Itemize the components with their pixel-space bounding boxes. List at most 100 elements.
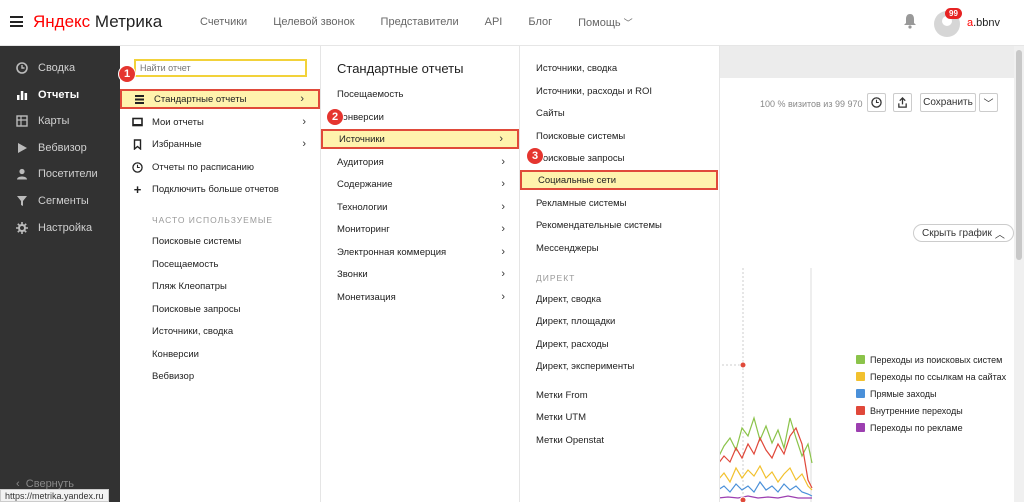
nav-representatives[interactable]: Представители (381, 16, 459, 29)
menu-item-connect-more-reports[interactable]: + Подключить больше отчетов (120, 179, 320, 199)
chevron-right-icon: › (501, 156, 505, 168)
nav-target-call[interactable]: Целевой звонок (273, 16, 354, 29)
gear-icon (16, 222, 28, 234)
menu-item-calls[interactable]: Звонки › (321, 264, 519, 284)
menu-item-monetization[interactable]: Монетизация › (321, 287, 519, 307)
legend-item[interactable]: Переходы по ссылкам на сайтах (856, 368, 1006, 385)
nav-counters[interactable]: Счетчики (200, 16, 247, 29)
menu-item-direct-costs[interactable]: Директ, расходы (520, 334, 718, 354)
menu-item-scheduled-reports[interactable]: Отчеты по расписанию (120, 157, 320, 177)
report-search-input[interactable] (134, 59, 307, 77)
menu-item-content[interactable]: Содержание › (321, 174, 519, 194)
checkbox-icon (856, 406, 865, 415)
sidebar-item-webvisor[interactable]: Вебвизор (0, 137, 120, 159)
frequent-item-cleopatra-beach[interactable]: Пляж Клеопатры (120, 276, 320, 296)
stack-icon (134, 94, 145, 105)
chevron-right-icon: › (300, 93, 304, 105)
clock-icon (16, 62, 28, 74)
menu-item-social-networks[interactable]: Социальные сети (520, 170, 718, 190)
status-bar-url: https://metrika.yandex.ru (0, 489, 109, 502)
menu-item-tags-from[interactable]: Метки From (520, 385, 718, 405)
legend-item[interactable]: Переходы по рекламе (856, 419, 1006, 436)
username[interactable]: a.bbnv (967, 17, 1000, 29)
menu-item-sources[interactable]: Источники › (321, 129, 519, 149)
series-internal-line (718, 426, 813, 489)
top-header: Яндекс Метрика Счетчики Целевой звонок П… (0, 0, 1024, 46)
bell-icon[interactable] (903, 13, 917, 29)
frequent-item-search-engines[interactable]: Поисковые системы (120, 231, 320, 251)
checkbox-icon (856, 372, 865, 381)
chevron-down-icon: ﹀ (623, 18, 633, 28)
sidebar-item-maps[interactable]: Карты (0, 110, 120, 132)
export-button[interactable] (893, 93, 912, 112)
sidebar-item-segments[interactable]: Сегменты (0, 190, 120, 212)
clock-icon (871, 97, 882, 108)
person-icon (16, 168, 28, 180)
legend-item[interactable]: Внутренние переходы (856, 402, 1006, 419)
schedule-button[interactable] (867, 93, 886, 112)
sidebar-item-visitors[interactable]: Посетители (0, 163, 120, 185)
checkbox-icon (856, 389, 865, 398)
menu-item-tags-openstat[interactable]: Метки Openstat (520, 430, 718, 450)
chevron-right-icon: › (302, 138, 306, 150)
sidebar-item-reports[interactable]: Отчеты (0, 84, 120, 106)
legend-item[interactable]: Прямые заходы (856, 385, 1006, 402)
menu-item-recommendation-systems[interactable]: Рекомендательные системы (520, 215, 718, 235)
menu-item-ecommerce[interactable]: Электронная коммерция › (321, 242, 519, 262)
menu-item-ad-systems[interactable]: Рекламные системы (520, 193, 718, 213)
logo[interactable]: Яндекс Метрика (33, 12, 162, 32)
chevron-right-icon: › (501, 201, 505, 213)
menu-item-attendance[interactable]: Посещаемость (321, 84, 519, 104)
bookmark-icon (132, 138, 143, 150)
sidebar-item-summary[interactable]: Сводка (0, 57, 120, 79)
funnel-icon (16, 195, 28, 207)
menu-item-standard-reports[interactable]: Стандартные отчеты › (120, 89, 320, 109)
checkbox-icon (856, 355, 865, 364)
sidebar-item-settings[interactable]: Настройка (0, 217, 120, 239)
save-options-button[interactable]: ﹀ (979, 93, 998, 112)
menu-item-favorites[interactable]: Избранные › (120, 134, 320, 154)
bar-chart-icon (16, 89, 28, 101)
legend-item[interactable]: Переходы из поисковых систем (856, 351, 1006, 368)
menu-item-direct-placements[interactable]: Директ, площадки (520, 311, 718, 331)
page-scrollbar[interactable] (1014, 46, 1024, 502)
chevron-right-icon: › (302, 116, 306, 128)
menu-item-direct-summary[interactable]: Директ, сводка (520, 289, 718, 309)
menu-item-my-reports[interactable]: Мои отчеты › (120, 112, 320, 132)
menu-item-search-queries[interactable]: Поисковые запросы (520, 148, 718, 168)
series-links-line (718, 464, 813, 491)
chevron-right-icon: › (501, 246, 505, 258)
map-icon (16, 115, 28, 127)
hide-graph-button[interactable]: Скрыть график ︿ (913, 224, 1014, 242)
menu-item-messengers[interactable]: Мессенджеры (520, 238, 718, 258)
frequent-item-search-queries[interactable]: Поисковые запросы (120, 299, 320, 319)
frequent-item-sources-summary[interactable]: Источники, сводка (120, 321, 320, 341)
reports-menu-column-3: Источники, сводка Источники, расходы и R… (520, 46, 720, 502)
menu-item-tags-utm[interactable]: Метки UTM (520, 407, 718, 427)
chevron-right-icon: › (501, 223, 505, 235)
menu-item-monitoring[interactable]: Мониторинг › (321, 219, 519, 239)
standard-reports-title: Стандартные отчеты (337, 61, 464, 76)
menu-item-technologies[interactable]: Технологии › (321, 197, 519, 217)
menu-icon[interactable] (10, 16, 23, 27)
frequent-item-attendance[interactable]: Посещаемость (120, 254, 320, 274)
frequent-item-conversions[interactable]: Конверсии (120, 344, 320, 364)
menu-item-search-engines[interactable]: Поисковые системы (520, 126, 718, 146)
save-button[interactable]: Сохранить (920, 93, 976, 112)
menu-item-sites[interactable]: Сайты (520, 103, 718, 123)
scrollbar-thumb[interactable] (1016, 50, 1022, 260)
visits-stat: 100 % визитов из 99 970 (760, 99, 863, 109)
nav-help[interactable]: Помощь ﹀ (578, 16, 659, 29)
menu-item-audience[interactable]: Аудитория › (321, 152, 519, 172)
top-nav: Счетчики Целевой звонок Представители AP… (200, 16, 685, 29)
menu-item-sources-summary[interactable]: Источники, сводка (520, 58, 718, 78)
nav-api[interactable]: API (485, 16, 503, 29)
frequent-item-webvisor[interactable]: Вебвизор (120, 366, 320, 386)
menu-item-direct-experiments[interactable]: Директ, эксперименты (520, 356, 718, 376)
checkbox-icon (856, 423, 865, 432)
menu-item-conversions[interactable]: Конверсии (321, 107, 519, 127)
nav-blog[interactable]: Блог (528, 16, 552, 29)
menu-item-sources-costs-roi[interactable]: Источники, расходы и ROI (520, 81, 718, 101)
left-sidebar: Сводка Отчеты Карты Вебвизор Посетители … (0, 46, 120, 502)
reports-menu-column-1: Стандартные отчеты › Мои отчеты › Избран… (120, 46, 321, 502)
